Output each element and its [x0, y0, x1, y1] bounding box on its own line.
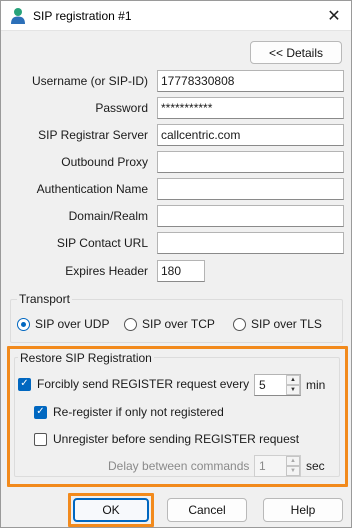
expires-header-label: Expires Header: [65, 264, 148, 278]
user-icon: [11, 8, 25, 24]
radio-sip-tcp[interactable]: SIP over TCP: [124, 317, 215, 331]
radio-sip-tls[interactable]: SIP over TLS: [233, 317, 322, 331]
radio-sip-udp[interactable]: SIP over UDP: [17, 317, 109, 331]
authentication-name-label: Authentication Name: [36, 182, 148, 196]
sip-contact-url-label: SIP Contact URL: [56, 236, 148, 250]
outbound-proxy-field[interactable]: [157, 151, 344, 173]
authentication-name-field[interactable]: [157, 178, 344, 200]
close-button[interactable]: ✕: [321, 4, 347, 28]
password-label: Password: [95, 101, 148, 115]
transport-title: Transport: [17, 292, 72, 306]
help-button[interactable]: Help: [263, 498, 343, 522]
registrar-server-field[interactable]: callcentric.com: [157, 124, 344, 146]
details-button[interactable]: << Details: [250, 41, 342, 64]
password-field[interactable]: ***********: [157, 97, 344, 119]
username-label: Username (or SIP-ID): [31, 74, 148, 88]
restore-highlight-frame: [7, 346, 348, 487]
expires-header-field[interactable]: 180: [157, 260, 205, 282]
window-title: SIP registration #1: [33, 9, 132, 23]
title-bar: SIP registration #1 ✕: [1, 1, 351, 31]
cancel-button[interactable]: Cancel: [167, 498, 247, 522]
radio-label: SIP over TCP: [142, 317, 215, 331]
domain-realm-label: Domain/Realm: [68, 209, 148, 223]
radio-dot: [124, 317, 137, 331]
radio-label: SIP over TLS: [251, 317, 322, 331]
radio-dot: [17, 317, 30, 331]
username-field[interactable]: 17778330808: [157, 70, 344, 92]
sip-contact-url-field[interactable]: [157, 232, 344, 254]
radio-dot: [233, 317, 246, 331]
ok-button[interactable]: OK: [73, 498, 149, 522]
radio-label: SIP over UDP: [35, 317, 110, 331]
domain-realm-field[interactable]: [157, 205, 344, 227]
outbound-proxy-label: Outbound Proxy: [61, 155, 148, 169]
registrar-server-label: SIP Registrar Server: [38, 128, 148, 142]
dialog-window: SIP registration #1 ✕ << Details Usernam…: [0, 0, 352, 528]
